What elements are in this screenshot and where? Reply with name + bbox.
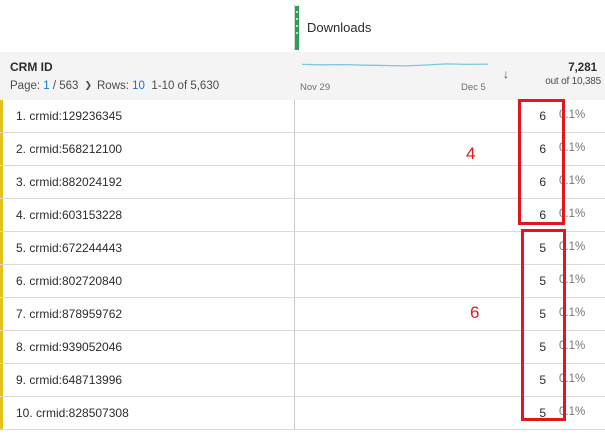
rows-per-page[interactable]: 10 xyxy=(132,80,145,92)
row-indicator xyxy=(0,100,3,132)
table-row[interactable]: 4. crmid:603153228 6 0.1% xyxy=(0,199,605,232)
column-divider xyxy=(294,232,295,264)
table-body: 1. crmid:129236345 6 0.1% 2. crmid:56821… xyxy=(0,100,605,430)
table-row[interactable]: 1. crmid:129236345 6 0.1% xyxy=(0,100,605,133)
dimension-title[interactable]: CRM ID xyxy=(10,60,53,74)
column-divider xyxy=(294,100,295,132)
annotation-box-bottom xyxy=(521,229,566,421)
row-label[interactable]: 9. crmid:648713996 xyxy=(16,373,122,387)
column-total: 7,281 xyxy=(568,62,597,74)
row-label[interactable]: 10. crmid:828507308 xyxy=(16,406,129,420)
metric-column-header[interactable]: Downloads xyxy=(294,4,605,50)
column-divider xyxy=(294,331,295,363)
chevron-right-icon[interactable]: ❯ xyxy=(84,80,92,90)
annotation-count-top: 4 xyxy=(466,144,476,163)
row-indicator xyxy=(0,397,3,429)
annotation-box-top xyxy=(518,99,565,225)
drag-handle-icon[interactable] xyxy=(295,6,299,50)
table-row[interactable]: 5. crmid:672244443 5 0.1% xyxy=(0,232,605,265)
row-indicator xyxy=(0,364,3,396)
row-label[interactable]: 3. crmid:882024192 xyxy=(16,175,122,189)
row-indicator xyxy=(0,133,3,165)
column-divider xyxy=(294,298,295,330)
rows-label: Rows: xyxy=(97,80,129,92)
table-header-sub: CRM ID Page: 1 / 563 ❯ Rows: 10 1-10 of 5,… xyxy=(0,52,605,101)
table-row[interactable]: 3. crmid:882024192 6 0.1% xyxy=(0,166,605,199)
column-divider xyxy=(294,166,295,198)
sparkline-line xyxy=(301,63,489,67)
metric-title[interactable]: Downloads xyxy=(307,20,371,35)
table-row[interactable]: 6. crmid:802720840 5 0.1% xyxy=(0,265,605,298)
column-divider xyxy=(294,397,295,429)
column-divider xyxy=(294,133,295,165)
table-header-top: Downloads xyxy=(0,0,605,53)
row-label[interactable]: 2. crmid:568212100 xyxy=(16,142,122,156)
table-row[interactable]: 2. crmid:568212100 6 0.1% xyxy=(0,133,605,166)
row-label[interactable]: 6. crmid:802720840 xyxy=(16,274,122,288)
trend-sparkline xyxy=(301,63,489,67)
range-text: 1-10 of 5,630 xyxy=(151,80,220,92)
page-label: Page: xyxy=(10,80,41,92)
sort-descending-icon[interactable]: ↓ xyxy=(503,67,509,81)
pagination: Page: 1 / 563 ❯ Rows: 10 1-10 of 5,630 xyxy=(10,80,219,92)
table-row[interactable]: 9. crmid:648713996 5 0.1% xyxy=(0,364,605,397)
date-start: Nov 29 xyxy=(300,82,331,93)
row-indicator xyxy=(0,166,3,198)
column-total-sub: out of 10,385 xyxy=(545,76,601,87)
freeform-table: Downloads CRM ID Page: 1 / 563 ❯ Rows: 10 … xyxy=(0,0,605,430)
row-label[interactable]: 8. crmid:939052046 xyxy=(16,340,122,354)
column-divider xyxy=(294,364,295,396)
row-label[interactable]: 4. crmid:603153228 xyxy=(16,208,122,222)
row-label[interactable]: 1. crmid:129236345 xyxy=(16,109,122,123)
page-total: / 563 xyxy=(52,80,79,92)
row-indicator xyxy=(0,298,3,330)
page-current[interactable]: 1 xyxy=(43,80,49,92)
table-row[interactable]: 7. crmid:878959762 5 0.1% xyxy=(0,298,605,331)
column-divider xyxy=(294,265,295,297)
row-indicator xyxy=(0,265,3,297)
column-divider xyxy=(294,199,295,231)
row-label[interactable]: 5. crmid:672244443 xyxy=(16,241,122,255)
row-indicator xyxy=(0,232,3,264)
table-row[interactable]: 8. crmid:939052046 5 0.1% xyxy=(0,331,605,364)
table-row[interactable]: 10. crmid:828507308 5 0.1% xyxy=(0,397,605,430)
row-label[interactable]: 7. crmid:878959762 xyxy=(16,307,122,321)
row-indicator xyxy=(0,199,3,231)
row-indicator xyxy=(0,331,3,363)
date-end: Dec 5 xyxy=(461,82,486,93)
annotation-count-bottom: 6 xyxy=(470,303,480,322)
